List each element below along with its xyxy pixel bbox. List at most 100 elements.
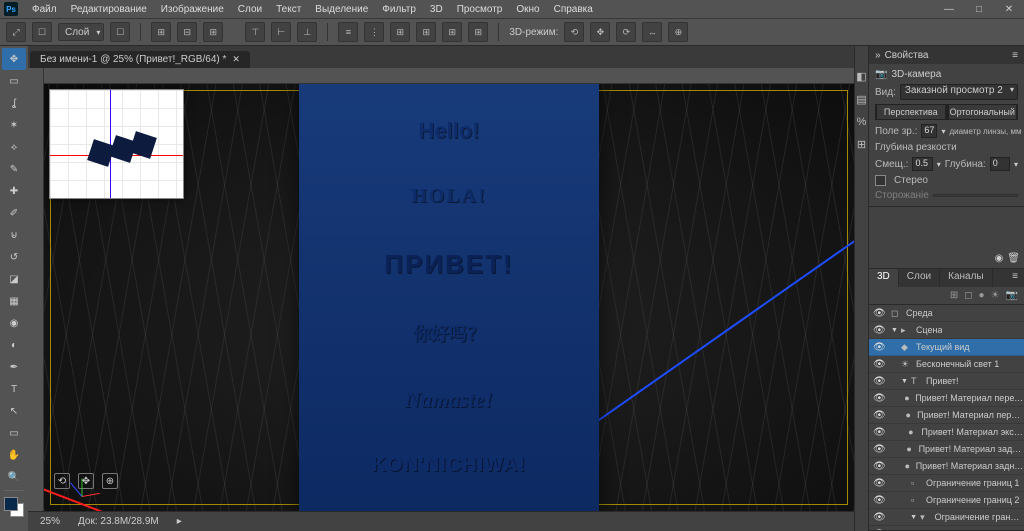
fov-field[interactable]: 67 bbox=[921, 124, 937, 138]
tool-blur[interactable]: ◉ bbox=[2, 312, 26, 334]
secondary-view[interactable] bbox=[49, 89, 184, 199]
align-middle-icon[interactable]: ⊢ bbox=[271, 22, 291, 42]
tool-dodge[interactable]: ◐ bbox=[2, 334, 26, 356]
canvas[interactable]: Hello! HOLA! ПРИВЕТ! 你好吗？ Namaste! KON'N… bbox=[44, 84, 854, 511]
tree-row[interactable]: 👁▼▸Сцена bbox=[869, 322, 1024, 339]
view-dropdown[interactable]: Заказной просмотр 2 bbox=[900, 84, 1018, 100]
render-icon[interactable]: ◉ bbox=[995, 253, 1004, 264]
tool-history[interactable]: ↺ bbox=[2, 246, 26, 268]
tree-row[interactable]: 👁▼TПривет! bbox=[869, 373, 1024, 390]
window-minimize[interactable]: — bbox=[934, 0, 964, 18]
tree-row[interactable]: 👁☀Бесконечный свет 1 bbox=[869, 356, 1024, 373]
ortho-toggle[interactable]: Ортогональный bbox=[947, 104, 1019, 120]
zoom-value[interactable]: 25% bbox=[40, 516, 60, 527]
collapsed-icon-2[interactable]: ▤ bbox=[856, 93, 866, 106]
tool-preset[interactable]: ⤢ bbox=[6, 22, 26, 42]
opt-autoselect[interactable]: ☐ bbox=[32, 22, 52, 42]
menu-help[interactable]: Справка bbox=[548, 2, 599, 17]
tool-move[interactable]: ✥ bbox=[2, 48, 26, 70]
collapse-icon[interactable]: » bbox=[875, 50, 881, 61]
menu-layer[interactable]: Слои bbox=[232, 2, 268, 17]
expand-icon[interactable]: ▼ bbox=[901, 378, 908, 385]
close-icon[interactable]: ✕ bbox=[232, 54, 240, 65]
tool-gradient[interactable]: ▦ bbox=[2, 290, 26, 312]
collapsed-icon-4[interactable]: ⊞ bbox=[857, 138, 866, 151]
tree-row[interactable]: 👁●Привет! Материал экструзии bbox=[869, 424, 1024, 441]
menu-filter[interactable]: Фильтр bbox=[376, 2, 422, 17]
tree-row[interactable]: 👁▫Ограничение границ 2 bbox=[869, 492, 1024, 509]
mode-zoom-icon[interactable]: ⊕ bbox=[668, 22, 688, 42]
artwork[interactable]: Hello! HOLA! ПРИВЕТ! 你好吗？ Namaste! KON'N… bbox=[299, 84, 599, 511]
tree-row[interactable]: 👁●Привет! Материал переднего скоса bbox=[869, 407, 1024, 424]
visibility-icon[interactable]: 👁 bbox=[873, 410, 885, 421]
axis-gizmo[interactable] bbox=[74, 465, 114, 505]
tree-row[interactable]: 👁◻Среда bbox=[869, 305, 1024, 322]
menu-3d[interactable]: 3D bbox=[424, 2, 449, 17]
align-center-h-icon[interactable]: ⊟ bbox=[177, 22, 197, 42]
tree-row[interactable]: 👁▼▾Ограничение границ 3 bbox=[869, 509, 1024, 526]
opt-showtransform[interactable]: ☐ bbox=[110, 22, 130, 42]
visibility-icon[interactable]: 👁 bbox=[873, 393, 885, 404]
tree-row[interactable]: 👁▫Внутреннее ограничение 4 bbox=[869, 526, 1024, 530]
expand-icon[interactable]: ▼ bbox=[910, 514, 917, 521]
tool-text[interactable]: T bbox=[2, 378, 26, 400]
tool-shape[interactable]: ▭ bbox=[2, 422, 26, 444]
tool-crop[interactable]: ⟡ bbox=[2, 136, 26, 158]
stereo-checkbox[interactable] bbox=[875, 175, 886, 186]
dist-h-icon[interactable]: ≡ bbox=[338, 22, 358, 42]
visibility-icon[interactable]: 👁 bbox=[873, 444, 885, 455]
visibility-icon[interactable]: 👁 bbox=[873, 529, 885, 531]
chevron-right-icon[interactable]: ▸ bbox=[177, 516, 182, 527]
document-tab[interactable]: Без имени-1 @ 25% (Привет!_RGB/64) * ✕ bbox=[30, 51, 250, 68]
tab-3d[interactable]: 3D bbox=[869, 269, 899, 287]
ruler-vertical[interactable] bbox=[28, 68, 44, 511]
tree-row[interactable]: 👁●Привет! Материал заднего скоса bbox=[869, 441, 1024, 458]
perspective-toggle[interactable]: Перспектива bbox=[875, 104, 947, 120]
tree-row[interactable]: 👁▫Ограничение границ 1 bbox=[869, 475, 1024, 492]
tool-eyedrop[interactable]: ✎ bbox=[2, 158, 26, 180]
tab-layers[interactable]: Слои bbox=[899, 269, 940, 287]
filter-material-icon[interactable]: ● bbox=[979, 290, 985, 301]
tool-heal[interactable]: ✚ bbox=[2, 180, 26, 202]
mode-pan-icon[interactable]: ✥ bbox=[590, 22, 610, 42]
visibility-icon[interactable]: 👁 bbox=[873, 512, 885, 523]
tab-channels[interactable]: Каналы bbox=[940, 269, 993, 287]
visibility-icon[interactable]: 👁 bbox=[873, 308, 885, 319]
filter-mesh-icon[interactable]: ◻ bbox=[964, 290, 972, 301]
menu-select[interactable]: Выделение bbox=[309, 2, 374, 17]
tool-brush[interactable]: ✐ bbox=[2, 202, 26, 224]
menu-view[interactable]: Просмотр bbox=[451, 2, 509, 17]
color-swatches[interactable] bbox=[4, 497, 24, 517]
tool-path[interactable]: ↖ bbox=[2, 400, 26, 422]
menu-file[interactable]: Файл bbox=[26, 2, 63, 17]
visibility-icon[interactable]: 👁 bbox=[873, 342, 885, 353]
tree-row[interactable]: 👁◆Текущий вид bbox=[869, 339, 1024, 356]
expand-icon[interactable]: ▼ bbox=[891, 327, 898, 334]
visibility-icon[interactable]: 👁 bbox=[873, 376, 885, 387]
tool-wand[interactable]: ✶ bbox=[2, 114, 26, 136]
collapsed-icon-1[interactable]: ◧ bbox=[856, 70, 866, 83]
tool-pen[interactable]: ✒ bbox=[2, 356, 26, 378]
ruler-horizontal[interactable] bbox=[44, 68, 854, 84]
mode-orbit-icon[interactable]: ⟲ bbox=[564, 22, 584, 42]
tree-row[interactable]: 👁●Привет! Материал передней выпукло... bbox=[869, 390, 1024, 407]
align-bottom-icon[interactable]: ⊥ bbox=[297, 22, 317, 42]
visibility-icon[interactable]: 👁 bbox=[873, 325, 885, 336]
tree-row[interactable]: 👁●Привет! Материал задней выпуклости bbox=[869, 458, 1024, 475]
blend-field[interactable]: 0.5 bbox=[912, 157, 932, 171]
visibility-icon[interactable]: 👁 bbox=[873, 478, 885, 489]
visibility-icon[interactable]: 👁 bbox=[873, 461, 885, 472]
menu-edit[interactable]: Редактирование bbox=[65, 2, 153, 17]
filter-all-icon[interactable]: ⊞ bbox=[950, 290, 958, 301]
window-close[interactable]: ✕ bbox=[994, 0, 1024, 18]
scene-tree[interactable]: 👁◻Среда👁▼▸Сцена👁◆Текущий вид👁☀Бесконечны… bbox=[869, 305, 1024, 530]
dist-6-icon[interactable]: ⊞ bbox=[468, 22, 488, 42]
align-right-icon[interactable]: ⊞ bbox=[203, 22, 223, 42]
align-left-icon[interactable]: ⊞ bbox=[151, 22, 171, 42]
visibility-icon[interactable]: 👁 bbox=[873, 495, 885, 506]
mode-slide-icon[interactable]: ↔ bbox=[642, 22, 662, 42]
tool-marquee[interactable]: ▭ bbox=[2, 70, 26, 92]
filter-light-icon[interactable]: ☀ bbox=[991, 290, 1000, 301]
visibility-icon[interactable]: 👁 bbox=[873, 427, 885, 438]
panel-menu-icon[interactable]: ≡ bbox=[1006, 269, 1024, 287]
